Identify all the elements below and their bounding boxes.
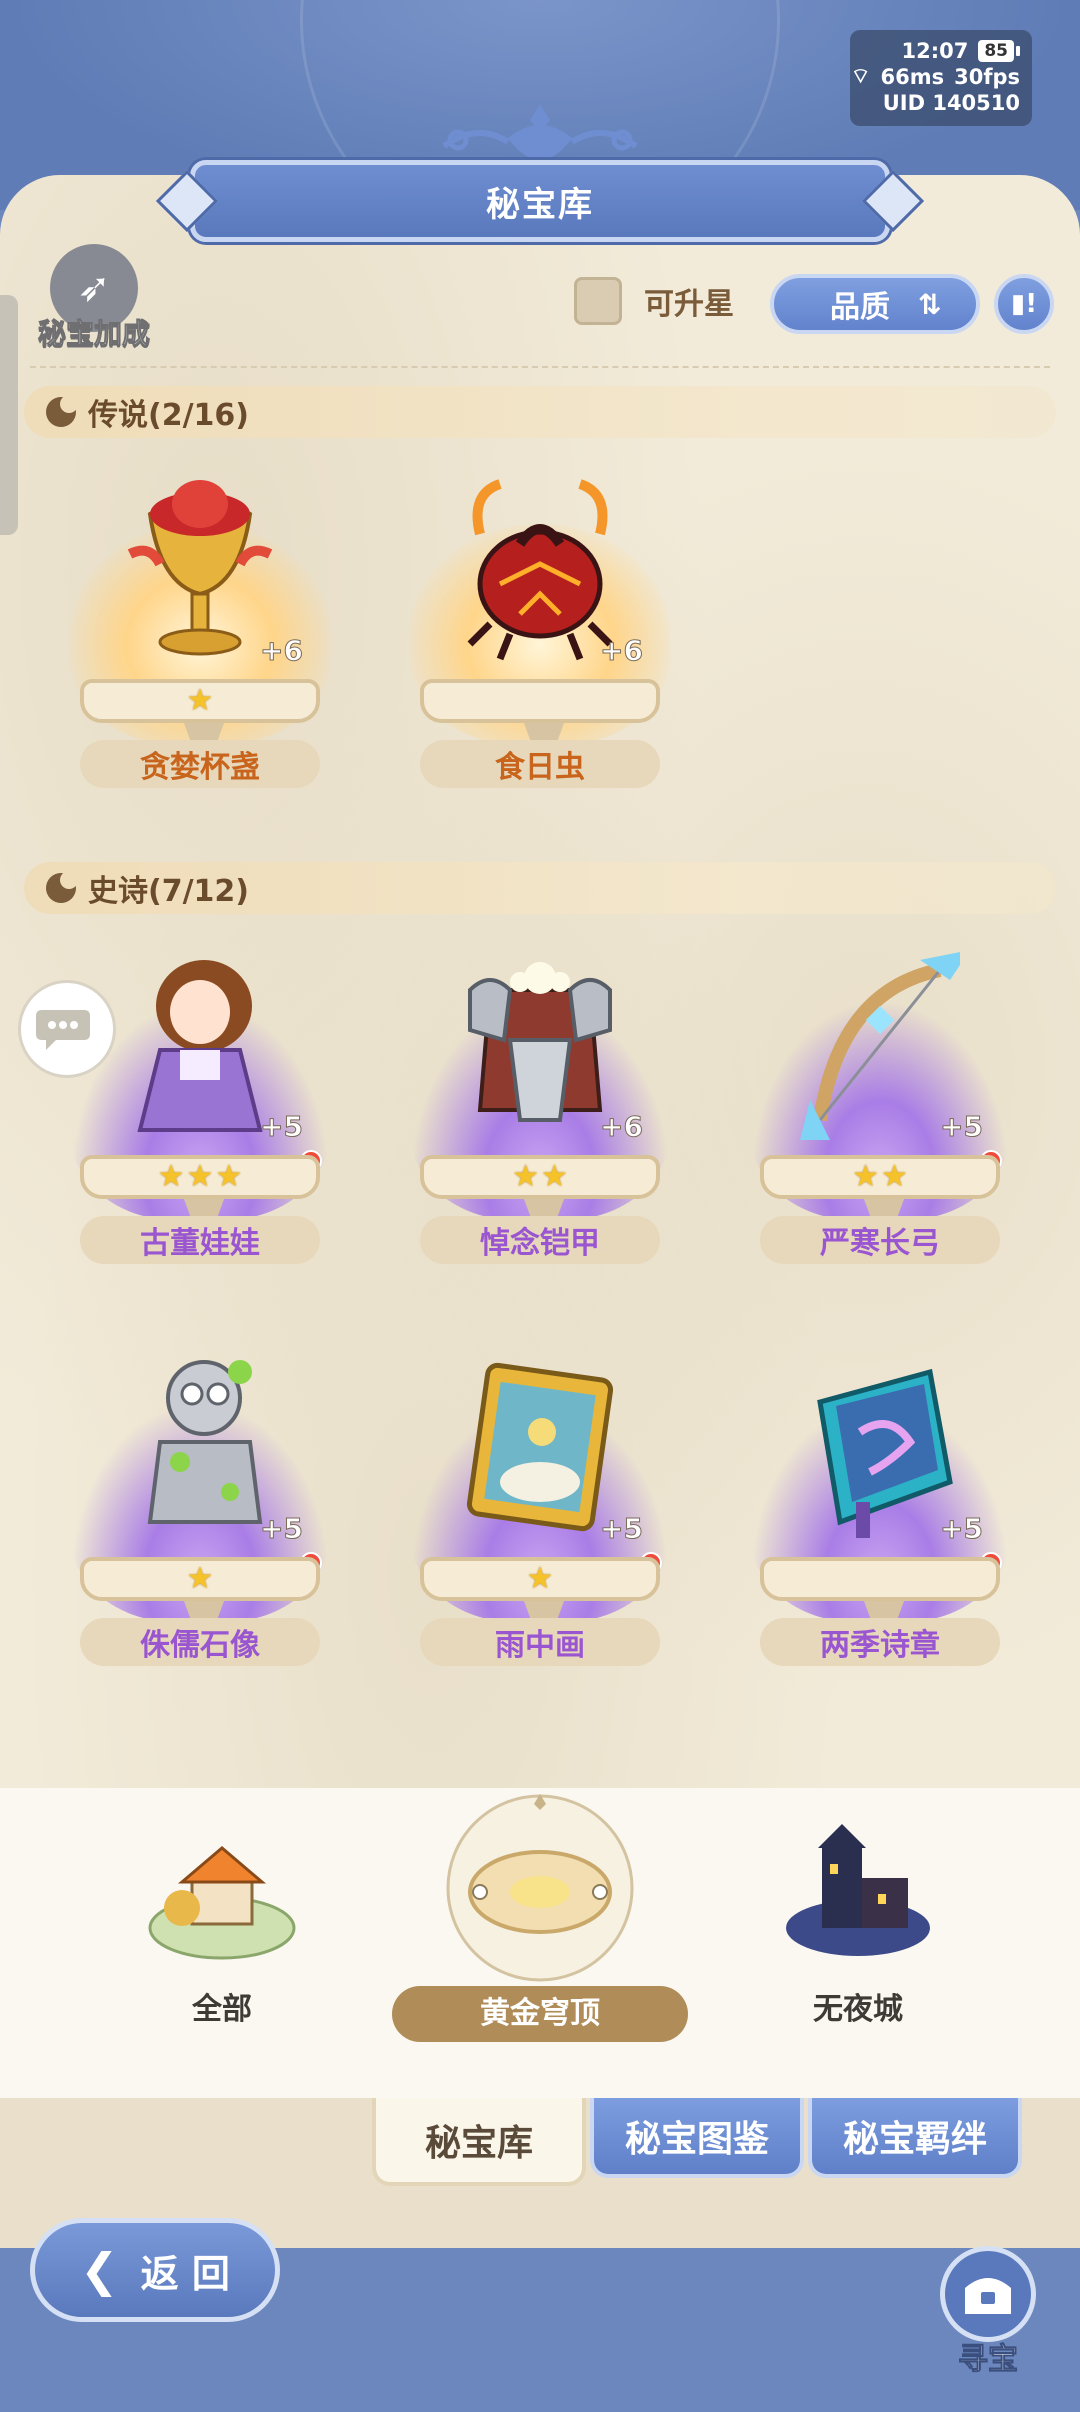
upgradable-filter[interactable]: 可升星 — [574, 277, 734, 325]
treasure-card[interactable]: +6 食日虫 — [410, 474, 670, 794]
pedestal: ★ ★ ★ — [80, 1155, 320, 1221]
pedestal: ★ ★ — [760, 1155, 1000, 1221]
crest-ornament-icon — [442, 104, 638, 160]
treasure-hunt-label: 寻宝 — [958, 2342, 1019, 2378]
pedestal — [420, 679, 660, 745]
wifi-icon: ⌔ — [850, 64, 871, 88]
region-label: 全部 — [192, 1992, 252, 2027]
star-icon: ★ — [852, 1159, 879, 1194]
star-icon: ★ — [157, 1159, 185, 1194]
title-banner: 秘宝库 — [155, 160, 925, 242]
treasure-card[interactable]: +5 ★ 雨中画 — [410, 1352, 670, 1672]
left-edge-tab[interactable] — [0, 295, 18, 535]
treasure-name: 侏儒石像 — [80, 1618, 320, 1666]
treasure-name: 两季诗章 — [760, 1618, 1000, 1666]
level-label: +5 — [940, 1110, 984, 1144]
sort-toggle-icon: ⇅ — [918, 287, 942, 321]
region-label: 黄金穹顶 — [392, 1986, 688, 2042]
section-epic-title: 史诗(7/12) — [88, 874, 250, 909]
pedestal: ★ — [420, 1557, 660, 1623]
treasure-card[interactable]: +6 ★ 贪婪杯盏 — [70, 474, 330, 794]
upgradable-label: 可升星 — [644, 287, 734, 322]
info-book-button[interactable]: ▮! — [994, 274, 1054, 334]
pedestal: ★ ★ — [420, 1155, 660, 1221]
book-icon: ▮! — [1010, 289, 1038, 319]
level-label: +5 — [940, 1512, 984, 1546]
upgradable-checkbox[interactable] — [574, 277, 622, 325]
fps: 30fps — [954, 65, 1020, 89]
level-label: +5 — [260, 1110, 304, 1144]
treasure-name: 古董娃娃 — [80, 1216, 320, 1264]
star-icon: ★ — [186, 683, 214, 718]
section-epic-header: 史诗(7/12) — [24, 862, 1056, 914]
ping: 66ms — [880, 65, 945, 89]
treasure-card[interactable]: +5 两季诗章 — [750, 1352, 1010, 1672]
pedestal: ★ — [80, 679, 320, 745]
treasure-card[interactable]: +5 ★ ★ 严寒长弓 — [750, 950, 1010, 1270]
region-label: 无夜城 — [813, 1992, 903, 2027]
status-box: 12:07 85 ⌔ 66ms 30fps UID 140510 — [850, 30, 1032, 126]
treasure-name: 雨中画 — [420, 1618, 660, 1666]
treasure-card[interactable]: +5 ★ ★ ★ 古董娃娃 — [70, 950, 330, 1270]
page-title: 秘宝库 — [486, 184, 594, 225]
pedestal: ★ — [80, 1557, 320, 1623]
painting-in-rain-icon — [466, 1362, 614, 1532]
moon-icon — [46, 395, 78, 427]
moon-icon — [46, 871, 78, 903]
region-all[interactable]: 全部 — [102, 1808, 342, 2028]
tab-treasure-bonds[interactable]: 秘宝羁绊 — [808, 2098, 1022, 2178]
sort-label: 品质 — [830, 290, 890, 325]
frost-longbow-icon — [800, 952, 960, 1140]
battery-tip — [1016, 46, 1020, 56]
battery-icon: 85 — [978, 40, 1014, 62]
star-icon: ★ — [186, 1159, 214, 1194]
pedestal — [760, 1557, 1000, 1623]
level-label: +6 — [260, 634, 304, 668]
back-label: 返 回 — [140, 2251, 230, 2296]
star-icon: ★ — [512, 1159, 539, 1194]
region-golden-dome[interactable]: 黄金穹顶 — [392, 1794, 688, 2042]
section-legend-title: 传说(2/16) — [88, 398, 250, 433]
sun-eating-beetle-icon — [467, 479, 613, 661]
star-icon: ★ — [526, 1561, 554, 1596]
treasure-name: 悼念铠甲 — [420, 1216, 660, 1264]
tab-treasure-codex[interactable]: 秘宝图鉴 — [590, 2098, 804, 2178]
treasure-hunt-button[interactable]: 寻宝 — [936, 2246, 1040, 2396]
island-house-icon — [148, 1846, 296, 1960]
treasure-card[interactable]: +5 ★ 侏儒石像 — [70, 1352, 330, 1672]
bonus-label: 秘宝加成 — [37, 317, 150, 351]
level-label: +6 — [600, 634, 644, 668]
region-selector: 全部 黄金穹顶 无夜城 — [0, 1788, 1080, 2098]
section-legend-header: 传说(2/16) — [24, 386, 1056, 438]
golden-goblet-icon — [127, 480, 273, 656]
level-label: +5 — [600, 1512, 644, 1546]
two-seasons-poem-book-icon — [817, 1368, 953, 1538]
region-nightless-city[interactable]: 无夜城 — [738, 1808, 978, 2028]
treasure-card[interactable]: +6 ★ ★ 悼念铠甲 — [410, 950, 670, 1270]
star-icon: ★ — [186, 1561, 214, 1596]
treasure-name: 食日虫 — [420, 740, 660, 788]
divider — [30, 366, 1050, 369]
memorial-armor-icon — [468, 962, 612, 1122]
star-icon: ★ — [881, 1159, 908, 1194]
clock: 12:07 — [901, 39, 969, 63]
back-arrow-icon: ❮ — [80, 2243, 119, 2297]
gnome-statue-icon — [147, 1360, 263, 1524]
level-label: +6 — [600, 1110, 644, 1144]
treasure-name: 贪婪杯盏 — [80, 740, 320, 788]
sort-quality-button[interactable]: 品质 ⇅ — [770, 274, 980, 334]
night-city-icon — [786, 1824, 930, 1956]
level-label: +5 — [260, 1512, 304, 1546]
antique-doll-icon — [137, 960, 263, 1132]
back-button[interactable]: ❮ 返 回 — [30, 2218, 280, 2322]
treasure-name: 严寒长弓 — [760, 1216, 1000, 1264]
star-icon: ★ — [215, 1159, 243, 1194]
tab-treasure-vault[interactable]: 秘宝库 — [372, 2098, 586, 2186]
star-icon: ★ — [541, 1159, 568, 1194]
golden-dome-icon — [446, 1794, 634, 1982]
treasure-chest-icon — [940, 2246, 1036, 2342]
treasure-bonus-button[interactable]: ➶ 秘宝加成 — [24, 244, 164, 354]
uid: UID 140510 — [882, 91, 1020, 115]
